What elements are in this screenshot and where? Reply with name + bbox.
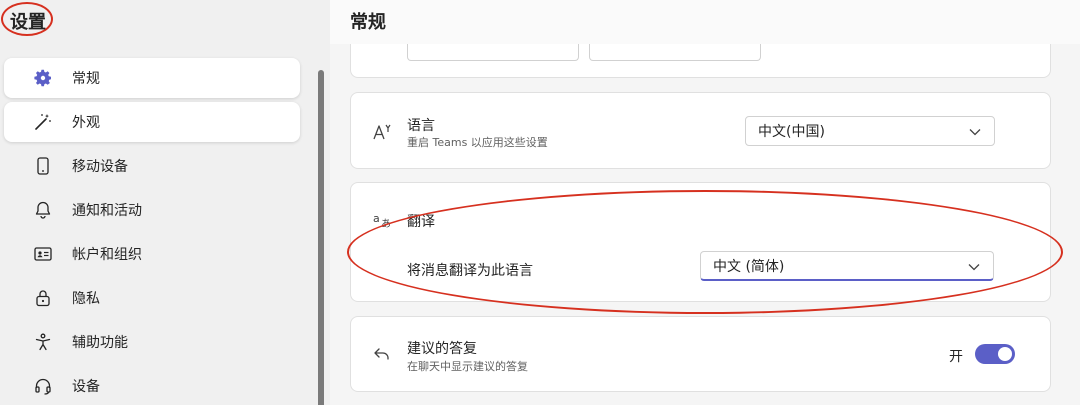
translation-dropdown-value: 中文 (简体) bbox=[713, 258, 785, 275]
toggle-knob bbox=[998, 347, 1012, 361]
sidebar-item-label: 外观 bbox=[72, 115, 100, 131]
sidebar-scrollbar[interactable] bbox=[318, 70, 324, 405]
magic-wand-icon bbox=[32, 111, 54, 133]
suggested-replies-card: 建议的答复 在聊天中显示建议的答复 开 bbox=[350, 316, 1051, 392]
language-title: 语言 bbox=[407, 118, 435, 134]
translate-icon: aあ bbox=[371, 209, 393, 231]
settings-nav: 常规 外观 移动设备 通知和活动 帐户和组织 隐私 辅助功能 设备 bbox=[0, 58, 304, 405]
suggested-replies-subtitle: 在聊天中显示建议的答复 bbox=[407, 360, 528, 373]
sidebar-item-devices[interactable]: 设备 bbox=[4, 366, 300, 405]
bell-icon bbox=[32, 199, 54, 221]
language-icon bbox=[371, 121, 393, 143]
translation-dropdown[interactable]: 中文 (简体) bbox=[700, 251, 994, 281]
sidebar-item-label: 隐私 bbox=[72, 291, 100, 307]
chevron-down-icon bbox=[968, 264, 980, 271]
sidebar-item-accessibility[interactable]: 辅助功能 bbox=[4, 322, 300, 362]
language-subtitle: 重启 Teams 以应用这些设置 bbox=[407, 136, 548, 149]
sidebar-item-appearance[interactable]: 外观 bbox=[4, 102, 300, 142]
chevron-down-icon bbox=[969, 129, 981, 136]
accessibility-icon bbox=[32, 331, 54, 353]
sidebar-item-label: 常规 bbox=[72, 71, 100, 87]
page-title: 常规 bbox=[350, 12, 386, 33]
settings-sidebar: 设置 常规 外观 移动设备 通知和活动 帐户和组织 隐私 辅助功能 设备 bbox=[0, 0, 330, 405]
sidebar-item-label: 辅助功能 bbox=[72, 335, 128, 351]
svg-text:a: a bbox=[373, 212, 380, 225]
suggested-replies-toggle[interactable] bbox=[975, 344, 1015, 364]
language-dropdown[interactable]: 中文(中国) bbox=[745, 116, 995, 146]
svg-text:あ: あ bbox=[381, 218, 391, 230]
sidebar-item-privacy[interactable]: 隐私 bbox=[4, 278, 300, 318]
sidebar-item-label: 通知和活动 bbox=[72, 203, 142, 219]
gear-icon bbox=[32, 67, 54, 89]
reply-icon bbox=[371, 343, 393, 365]
sidebar-item-accounts[interactable]: 帐户和组织 bbox=[4, 234, 300, 274]
sidebar-item-label: 设备 bbox=[72, 379, 100, 395]
phone-icon bbox=[32, 155, 54, 177]
sidebar-item-mobile[interactable]: 移动设备 bbox=[4, 146, 300, 186]
translation-card: aあ 翻译 将消息翻译为此语言 中文 (简体) bbox=[350, 182, 1051, 302]
language-card: 语言 重启 Teams 以应用这些设置 中文(中国) bbox=[350, 92, 1051, 169]
sidebar-item-label: 帐户和组织 bbox=[72, 247, 142, 263]
headset-icon bbox=[32, 375, 54, 397]
suggested-replies-title: 建议的答复 bbox=[407, 341, 477, 357]
page-header bbox=[330, 0, 1080, 44]
id-card-icon bbox=[32, 243, 54, 265]
sidebar-item-notifications[interactable]: 通知和活动 bbox=[4, 190, 300, 230]
sidebar-item-label: 移动设备 bbox=[72, 159, 128, 175]
language-dropdown-value: 中文(中国) bbox=[758, 124, 825, 140]
translation-title: 翻译 bbox=[407, 214, 435, 230]
translation-label: 将消息翻译为此语言 bbox=[407, 263, 533, 279]
lock-icon bbox=[32, 287, 54, 309]
sidebar-title: 设置 bbox=[10, 12, 46, 33]
sidebar-item-general[interactable]: 常规 bbox=[4, 58, 300, 98]
toggle-state-label: 开 bbox=[949, 349, 963, 365]
settings-main: 常规 语言 重启 Teams 以应用这些设置 中文(中国) aあ 翻译 将消息翻… bbox=[330, 0, 1080, 405]
